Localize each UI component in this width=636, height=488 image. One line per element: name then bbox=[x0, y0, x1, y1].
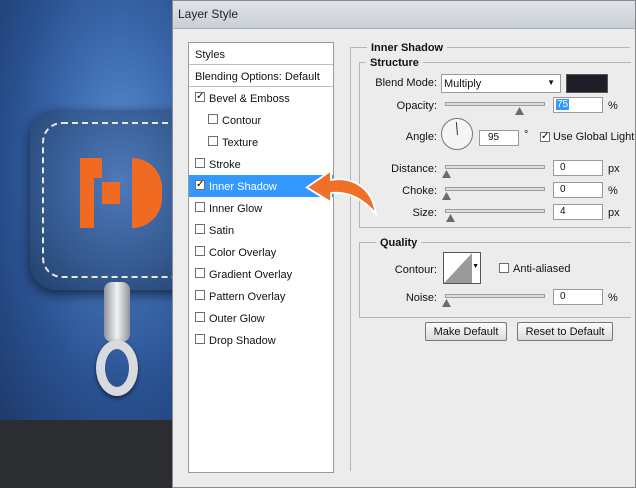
style-item-label: Inner Glow bbox=[209, 203, 263, 215]
noise-label: Noise: bbox=[405, 292, 437, 304]
size-value: 4 bbox=[560, 206, 566, 217]
canvas-artwork bbox=[0, 0, 172, 488]
style-item[interactable]: Texture bbox=[189, 131, 333, 153]
distance-slider[interactable] bbox=[445, 165, 545, 169]
anti-aliased-label[interactable]: Anti-aliased bbox=[513, 263, 570, 275]
contour-dropdown-icon[interactable]: ▼ bbox=[472, 263, 479, 270]
style-item-checkbox[interactable]: ✓ bbox=[195, 92, 205, 102]
choke-field[interactable]: 0 bbox=[553, 182, 603, 198]
noise-field[interactable]: 0 bbox=[553, 289, 603, 305]
shadow-color-swatch[interactable] bbox=[566, 74, 608, 93]
style-item-label: Drop Shadow bbox=[209, 335, 276, 347]
style-item-checkbox[interactable] bbox=[195, 268, 205, 278]
size-slider[interactable] bbox=[445, 209, 545, 213]
angle-dial[interactable] bbox=[441, 118, 473, 150]
angle-label: Angle: bbox=[405, 131, 437, 143]
style-item-checkbox[interactable] bbox=[195, 224, 205, 234]
style-item[interactable]: Gradient Overlay bbox=[189, 263, 333, 285]
style-item[interactable]: Outer Glow bbox=[189, 307, 333, 329]
style-item-label: Contour bbox=[222, 115, 262, 127]
style-item-label: Bevel & Emboss bbox=[209, 93, 290, 105]
noise-value: 0 bbox=[560, 291, 566, 302]
opacity-value: 75 bbox=[556, 99, 570, 110]
choke-value: 0 bbox=[560, 184, 566, 195]
dialog-title: Layer Style bbox=[178, 7, 239, 21]
style-item-checkbox[interactable] bbox=[208, 136, 218, 146]
use-global-light-label[interactable]: Use Global Light bbox=[553, 131, 634, 143]
style-item-label: Texture bbox=[222, 137, 259, 149]
distance-value: 0 bbox=[560, 162, 566, 173]
zipper-pull-ring bbox=[96, 340, 138, 396]
angle-dial-needle bbox=[455, 122, 458, 136]
opacity-label: Opacity: bbox=[396, 100, 437, 112]
style-item-label: Satin bbox=[209, 225, 235, 237]
style-item[interactable]: Pattern Overlay bbox=[189, 285, 333, 307]
style-item[interactable]: Color Overlay bbox=[189, 241, 333, 263]
blend-mode-value: Multiply bbox=[444, 78, 482, 90]
use-global-light-checkbox[interactable]: ✓ bbox=[540, 132, 550, 142]
style-item-checkbox[interactable] bbox=[195, 202, 205, 212]
style-item-label: Outer Glow bbox=[209, 313, 265, 325]
choke-unit: % bbox=[608, 185, 618, 197]
annotation-arrow-icon bbox=[305, 168, 378, 217]
contour-label: Contour: bbox=[394, 264, 437, 276]
chevron-down-icon: ▼ bbox=[547, 78, 555, 87]
size-unit: px bbox=[608, 207, 620, 219]
angle-field[interactable]: 95 bbox=[479, 130, 519, 146]
opacity-unit: % bbox=[608, 100, 618, 112]
style-item-label: Gradient Overlay bbox=[209, 269, 293, 281]
styles-header[interactable]: Styles bbox=[189, 43, 333, 65]
choke-slider[interactable] bbox=[445, 187, 545, 191]
distance-field[interactable]: 0 bbox=[553, 160, 603, 176]
contour-curve-icon bbox=[444, 253, 472, 283]
style-item-checkbox[interactable] bbox=[208, 114, 218, 124]
distance-unit: px bbox=[608, 163, 620, 175]
angle-value: 95 bbox=[488, 132, 500, 143]
style-item-checkbox[interactable]: ✓ bbox=[195, 180, 205, 190]
dialog-content: Styles Blending Options: Default ✓ Bevel … bbox=[173, 30, 635, 487]
opacity-slider[interactable] bbox=[445, 102, 545, 106]
style-item-label: Pattern Overlay bbox=[209, 291, 286, 303]
angle-unit: ° bbox=[524, 129, 529, 141]
style-item[interactable]: Satin bbox=[189, 219, 333, 241]
dialog-titlebar[interactable]: Layer Style bbox=[173, 1, 635, 29]
blending-options-item[interactable]: Blending Options: Default bbox=[189, 65, 333, 87]
style-item-checkbox[interactable] bbox=[195, 312, 205, 322]
inner-shadow-title: Inner Shadow bbox=[367, 42, 448, 54]
contour-picker[interactable]: ▼ bbox=[443, 252, 481, 284]
style-item-checkbox[interactable] bbox=[195, 246, 205, 256]
style-item[interactable]: Drop Shadow bbox=[189, 329, 333, 351]
style-item-checkbox[interactable] bbox=[195, 290, 205, 300]
style-item-checkbox[interactable] bbox=[195, 158, 205, 168]
size-field[interactable]: 4 bbox=[553, 204, 603, 220]
canvas-bottom-area bbox=[0, 420, 172, 488]
style-item[interactable]: ✓ Bevel & Emboss bbox=[189, 87, 333, 109]
zipper-head bbox=[104, 282, 130, 342]
style-item[interactable]: Contour bbox=[189, 109, 333, 131]
noise-unit: % bbox=[608, 292, 618, 304]
styles-list: Styles Blending Options: Default ✓ Bevel … bbox=[188, 42, 334, 473]
style-item-label: Color Overlay bbox=[209, 247, 277, 259]
style-item-label: Inner Shadow bbox=[209, 181, 277, 193]
anti-aliased-checkbox[interactable] bbox=[499, 263, 509, 273]
noise-slider[interactable] bbox=[445, 294, 545, 298]
orange-letter-shape bbox=[72, 158, 172, 228]
style-item-label: Stroke bbox=[209, 159, 241, 171]
quality-label: Quality bbox=[376, 237, 422, 249]
make-default-button[interactable]: Make Default bbox=[425, 322, 507, 341]
reset-to-default-button[interactable]: Reset to Default bbox=[517, 322, 613, 341]
quality-group: Quality bbox=[359, 237, 631, 318]
layer-style-dialog: Layer Style Styles Blending Options: Def… bbox=[172, 0, 636, 488]
blend-mode-select[interactable]: Multiply ▼ bbox=[441, 74, 561, 93]
structure-label: Structure bbox=[366, 57, 423, 69]
opacity-field[interactable]: 75 bbox=[553, 97, 603, 113]
style-item-checkbox[interactable] bbox=[195, 334, 205, 344]
blend-mode-label: Blend Mode: bbox=[375, 77, 437, 89]
